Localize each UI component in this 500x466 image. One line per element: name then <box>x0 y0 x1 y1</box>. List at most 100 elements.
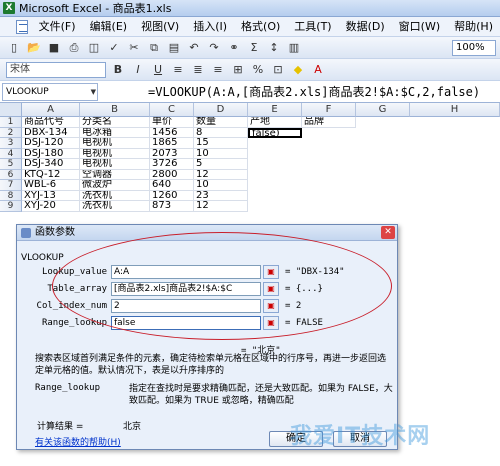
font-select[interactable]: 宋体 <box>6 61 106 78</box>
row-header[interactable]: 7 <box>0 180 22 191</box>
table-cell[interactable]: 1260 <box>150 190 194 201</box>
table-cell[interactable]: DSJ-340 <box>22 159 80 170</box>
table-cell[interactable]: 1865 <box>150 138 194 149</box>
col-header-d[interactable]: D <box>194 103 248 117</box>
table-cell[interactable]: WBL-6 <box>22 180 80 191</box>
hyperlink-icon[interactable]: ⚭ <box>226 40 242 56</box>
table-cell[interactable]: 10 <box>194 148 248 159</box>
fill-color-icon[interactable]: ◆ <box>290 62 306 78</box>
table-cell[interactable]: 商品代号 <box>22 117 80 128</box>
bold-icon[interactable]: B <box>110 62 126 78</box>
row-header[interactable]: 4 <box>0 148 22 159</box>
table-cell[interactable]: 电视机 <box>80 138 150 149</box>
zoom-select[interactable]: 100% <box>452 39 496 56</box>
name-box[interactable]: VLOOKUP <box>2 82 98 101</box>
menu-window[interactable]: 窗口(W) <box>392 17 447 37</box>
underline-icon[interactable]: U <box>150 62 166 78</box>
menu-tools[interactable]: 工具(T) <box>287 17 338 37</box>
table-cell[interactable]: 10 <box>194 180 248 191</box>
chart-icon[interactable]: ▥ <box>286 40 302 56</box>
table-cell[interactable]: 空调器 <box>80 169 150 180</box>
undo-icon[interactable]: ↶ <box>186 40 202 56</box>
col-index-input[interactable]: 2 <box>111 299 261 313</box>
collapse-dialog-icon[interactable]: ▣ <box>263 282 279 296</box>
border-icon[interactable]: ⊡ <box>270 62 286 78</box>
save-icon[interactable]: ■ <box>46 40 62 56</box>
table-cell[interactable]: KTQ-12 <box>22 169 80 180</box>
row-header[interactable]: 5 <box>0 159 22 170</box>
table-cell[interactable]: 1456 <box>150 127 194 138</box>
table-cell[interactable]: 12 <box>194 169 248 180</box>
active-cell[interactable]: false) <box>248 127 302 138</box>
table-array-input[interactable]: [商品表2.xls]商品表2!$A:$C <box>111 282 261 296</box>
table-cell[interactable]: 12 <box>194 201 248 212</box>
collapse-dialog-icon[interactable]: ▣ <box>263 299 279 313</box>
menu-edit[interactable]: 编辑(E) <box>83 17 135 37</box>
workbook-icon[interactable] <box>16 19 28 34</box>
table-cell[interactable]: 8 <box>194 127 248 138</box>
table-cell[interactable]: 洗衣机 <box>80 201 150 212</box>
font-color-icon[interactable]: A <box>310 62 326 78</box>
copy-icon[interactable]: ⧉ <box>146 40 162 56</box>
table-cell[interactable]: XYJ-20 <box>22 201 80 212</box>
table-cell[interactable]: 数量 <box>194 117 248 128</box>
menu-data[interactable]: 数据(D) <box>339 17 392 37</box>
autosum-icon[interactable]: Σ <box>246 40 262 56</box>
table-cell[interactable]: 洗衣机 <box>80 190 150 201</box>
table-cell[interactable]: 电视机 <box>80 148 150 159</box>
row-header[interactable]: 1 <box>0 117 22 128</box>
col-header-c[interactable]: C <box>150 103 194 117</box>
table-cell[interactable]: 5 <box>194 159 248 170</box>
table-cell[interactable]: XYJ-13 <box>22 190 80 201</box>
table-cell[interactable]: 单价 <box>150 117 194 128</box>
table-cell[interactable]: 产地 <box>248 117 302 128</box>
merge-icon[interactable]: ⊞ <box>230 62 246 78</box>
col-header-h[interactable]: H <box>410 103 500 117</box>
align-center-icon[interactable]: ≣ <box>190 62 206 78</box>
new-icon[interactable]: ▯ <box>6 40 22 56</box>
row-header[interactable]: 8 <box>0 190 22 201</box>
table-cell[interactable]: 873 <box>150 201 194 212</box>
lookup-value-input[interactable]: A:A <box>111 265 261 279</box>
table-cell[interactable]: 3726 <box>150 159 194 170</box>
table-cell[interactable]: 微波炉 <box>80 180 150 191</box>
col-header-e[interactable]: E <box>248 103 302 117</box>
col-header-g[interactable]: G <box>356 103 410 117</box>
col-header-b[interactable]: B <box>80 103 150 117</box>
redo-icon[interactable]: ↷ <box>206 40 222 56</box>
spell-icon[interactable]: ✓ <box>106 40 122 56</box>
help-link[interactable]: 有关该函数的帮助(H) <box>35 435 121 448</box>
table-cell[interactable]: 电冰箱 <box>80 127 150 138</box>
select-all-corner[interactable] <box>0 103 22 117</box>
table-cell[interactable]: DSJ-120 <box>22 138 80 149</box>
table-cell[interactable]: 2073 <box>150 148 194 159</box>
row-header[interactable]: 2 <box>0 127 22 138</box>
menu-help[interactable]: 帮助(H) <box>447 17 500 37</box>
table-cell[interactable]: 品牌 <box>302 117 356 128</box>
col-header-f[interactable]: F <box>302 103 356 117</box>
row-header[interactable]: 9 <box>0 201 22 212</box>
cut-icon[interactable]: ✂ <box>126 40 142 56</box>
col-header-a[interactable]: A <box>22 103 80 117</box>
percent-icon[interactable]: % <box>250 62 266 78</box>
paste-icon[interactable]: ▤ <box>166 40 182 56</box>
menu-view[interactable]: 视图(V) <box>134 17 186 37</box>
row-header[interactable]: 3 <box>0 138 22 149</box>
table-cell[interactable]: 640 <box>150 180 194 191</box>
print-icon[interactable]: ⎙ <box>66 40 82 56</box>
menu-file[interactable]: 文件(F) <box>32 17 83 37</box>
table-cell[interactable]: 电视机 <box>80 159 150 170</box>
italic-icon[interactable]: I <box>130 62 146 78</box>
table-cell[interactable]: 23 <box>194 190 248 201</box>
open-icon[interactable]: 📂 <box>26 40 42 56</box>
range-lookup-input[interactable]: false <box>111 316 261 330</box>
sort-icon[interactable]: ↕ <box>266 40 282 56</box>
table-cell[interactable]: DBX-134 <box>22 127 80 138</box>
table-cell[interactable]: 2800 <box>150 169 194 180</box>
table-cell[interactable]: 分类名 <box>80 117 150 128</box>
close-icon[interactable]: ✕ <box>381 226 395 239</box>
align-right-icon[interactable]: ≡ <box>210 62 226 78</box>
menu-format[interactable]: 格式(O) <box>234 17 287 37</box>
preview-icon[interactable]: ◫ <box>86 40 102 56</box>
table-cell[interactable]: 15 <box>194 138 248 149</box>
